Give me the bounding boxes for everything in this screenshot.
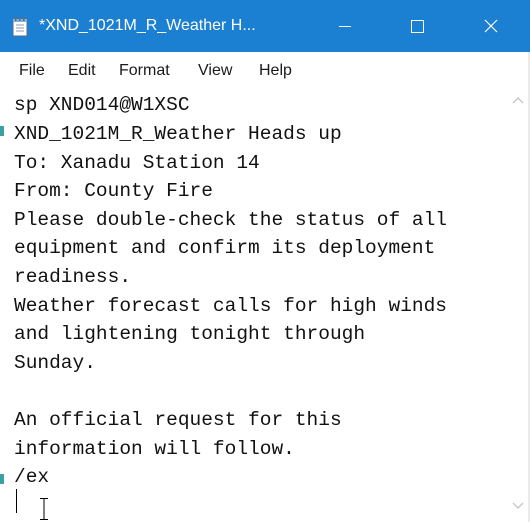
editor-line: Weather forecast calls for high winds — [14, 295, 447, 317]
editor-line: and lightening tonight through — [14, 323, 366, 345]
scroll-down-arrow-icon[interactable] — [511, 500, 525, 510]
window-title: *XND_1021M_R_Weather H... — [39, 17, 256, 34]
editor-line: Please double-check the status of all — [14, 209, 447, 231]
editor-line: /ex — [14, 466, 50, 488]
menu-bar: File Edit Format View Help — [0, 52, 530, 88]
ibeam-cursor-icon — [40, 498, 48, 520]
menu-edit[interactable]: Edit — [68, 60, 96, 82]
editor-line: To: Xanadu Station 14 — [14, 152, 260, 174]
text-editor[interactable]: sp XND014@W1XSC XND_1021M_R_Weather Head… — [14, 88, 506, 522]
minimize-button[interactable] — [316, 6, 374, 46]
minimize-icon — [339, 26, 351, 27]
editor-line: equipment and confirm its deployment — [14, 237, 436, 259]
left-edge-marker — [0, 474, 4, 484]
maximize-icon — [411, 20, 424, 33]
menu-view[interactable]: View — [198, 60, 232, 82]
editor-line: readiness. — [14, 266, 132, 288]
maximize-button[interactable] — [388, 6, 446, 46]
editor-line: XND_1021M_R_Weather Heads up — [14, 123, 342, 145]
menu-help[interactable]: Help — [259, 60, 292, 82]
editor-line: information will follow. — [14, 438, 295, 460]
notepad-window: *XND_1021M_R_Weather H... File Edit Form… — [0, 0, 530, 522]
editor-line: From: County Fire — [14, 180, 213, 202]
editor-line: sp XND014@W1XSC — [14, 94, 190, 116]
menu-file[interactable]: File — [19, 60, 45, 82]
text-caret — [16, 489, 17, 513]
editor-line: An official request for this — [14, 409, 342, 431]
vertical-scrollbar[interactable] — [506, 88, 530, 522]
notepad-app-icon[interactable] — [12, 17, 30, 37]
editor-line: Sunday. — [14, 352, 96, 374]
left-edge-marker — [0, 126, 4, 136]
scroll-up-arrow-icon[interactable] — [511, 96, 525, 106]
close-button[interactable] — [462, 6, 520, 46]
title-bar[interactable]: *XND_1021M_R_Weather H... — [0, 0, 530, 52]
close-icon — [484, 19, 498, 33]
menu-format[interactable]: Format — [119, 60, 170, 82]
